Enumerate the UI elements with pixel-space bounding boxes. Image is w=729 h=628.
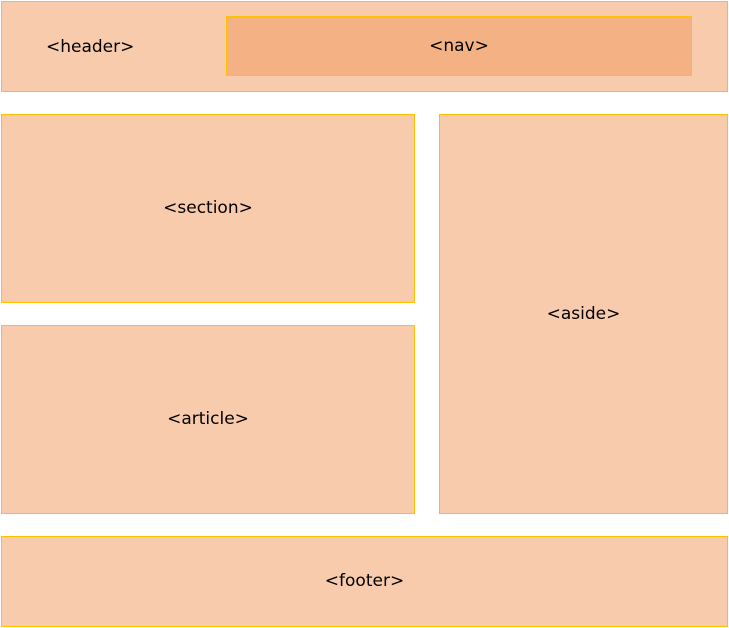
nav-block: <nav> [226,16,692,76]
section-label: <section> [163,198,253,218]
footer-block: <footer> [1,536,728,627]
section-block: <section> [1,114,415,303]
article-block: <article> [1,325,415,514]
article-label: <article> [167,409,249,429]
aside-label: <aside> [546,303,621,324]
footer-label: <footer> [324,571,405,591]
aside-block: <aside> [439,114,728,514]
header-label: <header> [46,37,135,57]
nav-label: <nav> [429,35,489,56]
